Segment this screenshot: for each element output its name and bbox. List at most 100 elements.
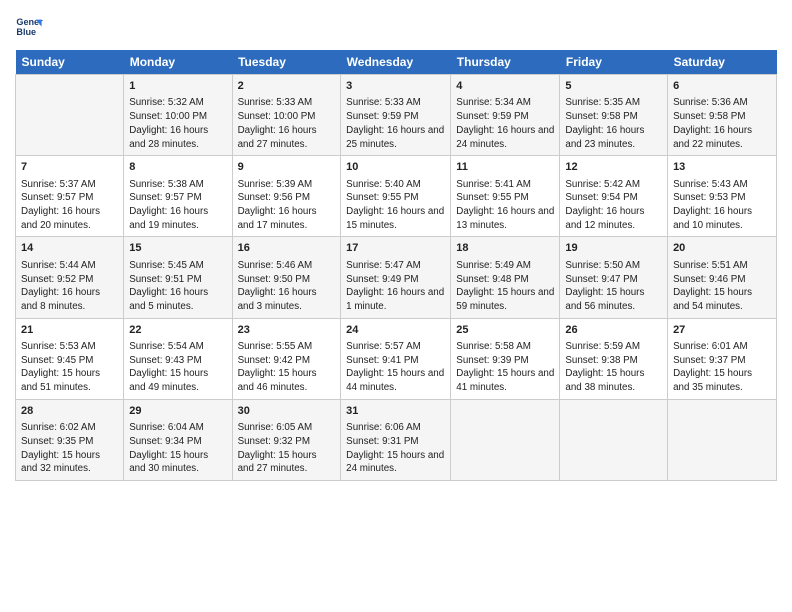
day-number: 1 xyxy=(129,79,226,94)
day-number: 27 xyxy=(673,323,771,338)
calendar-cell: 24 Sunrise: 5:57 AMSunset: 9:41 PMDayligh… xyxy=(341,318,451,399)
day-number: 8 xyxy=(129,160,226,175)
day-number: 24 xyxy=(346,323,445,338)
calendar-cell: 23 Sunrise: 5:55 AMSunset: 9:42 PMDayligh… xyxy=(232,318,341,399)
weekday-header-friday: Friday xyxy=(560,50,668,75)
calendar-cell: 12 Sunrise: 5:42 AMSunset: 9:54 PMDayligh… xyxy=(560,156,668,237)
day-number: 29 xyxy=(129,404,226,419)
calendar-cell xyxy=(16,75,124,156)
day-info: Sunrise: 5:37 AMSunset: 9:57 PMDaylight:… xyxy=(21,178,118,233)
day-info: Sunrise: 5:51 AMSunset: 9:46 PMDaylight:… xyxy=(673,259,771,314)
calendar-cell: 20 Sunrise: 5:51 AMSunset: 9:46 PMDayligh… xyxy=(668,237,777,318)
day-number: 26 xyxy=(565,323,662,338)
calendar-cell: 21 Sunrise: 5:53 AMSunset: 9:45 PMDayligh… xyxy=(16,318,124,399)
calendar-cell: 13 Sunrise: 5:43 AMSunset: 9:53 PMDayligh… xyxy=(668,156,777,237)
day-info: Sunrise: 5:33 AMSunset: 9:59 PMDaylight:… xyxy=(346,96,445,151)
day-number: 9 xyxy=(238,160,336,175)
week-row-4: 21 Sunrise: 5:53 AMSunset: 9:45 PMDayligh… xyxy=(16,318,777,399)
day-number: 14 xyxy=(21,241,118,256)
day-number: 3 xyxy=(346,79,445,94)
header: General Blue xyxy=(15,10,777,42)
calendar-cell: 8 Sunrise: 5:38 AMSunset: 9:57 PMDaylight… xyxy=(124,156,232,237)
calendar-cell: 2 Sunrise: 5:33 AMSunset: 10:00 PMDayligh… xyxy=(232,75,341,156)
day-number: 23 xyxy=(238,323,336,338)
calendar-cell: 18 Sunrise: 5:49 AMSunset: 9:48 PMDayligh… xyxy=(451,237,560,318)
day-number: 25 xyxy=(456,323,554,338)
day-info: Sunrise: 5:38 AMSunset: 9:57 PMDaylight:… xyxy=(129,178,226,233)
calendar-cell: 19Sunrise: 5:50 AMSunset: 9:47 PMDayligh… xyxy=(560,237,668,318)
weekday-header-row: SundayMondayTuesdayWednesdayThursdayFrid… xyxy=(16,50,777,75)
day-number: 31 xyxy=(346,404,445,419)
svg-text:Blue: Blue xyxy=(16,27,36,37)
day-info: Sunrise: 5:57 AMSunset: 9:41 PMDaylight:… xyxy=(346,340,445,395)
day-number: 10 xyxy=(346,160,445,175)
day-info: Sunrise: 6:05 AMSunset: 9:32 PMDaylight:… xyxy=(238,421,336,476)
page-container: General Blue SundayMondayTuesdayWednesda… xyxy=(0,0,792,491)
day-number: 12 xyxy=(565,160,662,175)
day-info: Sunrise: 5:35 AMSunset: 9:58 PMDaylight:… xyxy=(565,96,662,151)
day-number: 5 xyxy=(565,79,662,94)
calendar-cell: 5 Sunrise: 5:35 AMSunset: 9:58 PMDaylight… xyxy=(560,75,668,156)
day-info: Sunrise: 5:40 AMSunset: 9:55 PMDaylight:… xyxy=(346,178,445,233)
day-info: Sunrise: 5:53 AMSunset: 9:45 PMDaylight:… xyxy=(21,340,118,395)
weekday-header-thursday: Thursday xyxy=(451,50,560,75)
day-info: Sunrise: 6:06 AMSunset: 9:31 PMDaylight:… xyxy=(346,421,445,476)
week-row-2: 7 Sunrise: 5:37 AMSunset: 9:57 PMDaylight… xyxy=(16,156,777,237)
calendar-cell xyxy=(668,399,777,480)
day-info: Sunrise: 6:04 AMSunset: 9:34 PMDaylight:… xyxy=(129,421,226,476)
day-info: Sunrise: 5:49 AMSunset: 9:48 PMDaylight:… xyxy=(456,259,554,314)
day-info: Sunrise: 5:32 AMSunset: 10:00 PMDaylight… xyxy=(129,96,226,151)
calendar-cell: 15Sunrise: 5:45 AMSunset: 9:51 PMDayligh… xyxy=(124,237,232,318)
weekday-header-saturday: Saturday xyxy=(668,50,777,75)
calendar-cell: 17Sunrise: 5:47 AMSunset: 9:49 PMDayligh… xyxy=(341,237,451,318)
calendar-cell: 27 Sunrise: 6:01 AMSunset: 9:37 PMDayligh… xyxy=(668,318,777,399)
day-number: 30 xyxy=(238,404,336,419)
day-number: 7 xyxy=(21,160,118,175)
day-number: 2 xyxy=(238,79,336,94)
calendar-cell: 3 Sunrise: 5:33 AMSunset: 9:59 PMDaylight… xyxy=(341,75,451,156)
day-info: Sunrise: 5:54 AMSunset: 9:43 PMDaylight:… xyxy=(129,340,226,395)
day-number: 28 xyxy=(21,404,118,419)
calendar-cell: 14Sunrise: 5:44 AMSunset: 9:52 PMDayligh… xyxy=(16,237,124,318)
day-number: 4 xyxy=(456,79,554,94)
day-info: Sunrise: 5:50 AMSunset: 9:47 PMDaylight:… xyxy=(565,259,662,314)
day-info: Sunrise: 5:36 AMSunset: 9:58 PMDaylight:… xyxy=(673,96,771,151)
calendar-cell: 7 Sunrise: 5:37 AMSunset: 9:57 PMDaylight… xyxy=(16,156,124,237)
calendar-cell: 29 Sunrise: 6:04 AMSunset: 9:34 PMDayligh… xyxy=(124,399,232,480)
day-info: Sunrise: 5:34 AMSunset: 9:59 PMDaylight:… xyxy=(456,96,554,151)
calendar-cell: 26Sunrise: 5:59 AMSunset: 9:38 PMDayligh… xyxy=(560,318,668,399)
weekday-header-sunday: Sunday xyxy=(16,50,124,75)
day-number: 16 xyxy=(238,241,336,256)
day-info: Sunrise: 5:39 AMSunset: 9:56 PMDaylight:… xyxy=(238,178,336,233)
day-info: Sunrise: 6:01 AMSunset: 9:37 PMDaylight:… xyxy=(673,340,771,395)
calendar-cell: 30 Sunrise: 6:05 AMSunset: 9:32 PMDayligh… xyxy=(232,399,341,480)
calendar-cell: 16Sunrise: 5:46 AMSunset: 9:50 PMDayligh… xyxy=(232,237,341,318)
day-info: Sunrise: 5:55 AMSunset: 9:42 PMDaylight:… xyxy=(238,340,336,395)
day-info: Sunrise: 5:33 AMSunset: 10:00 PMDaylight… xyxy=(238,96,336,151)
day-number: 18 xyxy=(456,241,554,256)
weekday-header-monday: Monday xyxy=(124,50,232,75)
week-row-5: 28Sunrise: 6:02 AMSunset: 9:35 PMDayligh… xyxy=(16,399,777,480)
day-number: 11 xyxy=(456,160,554,175)
calendar-cell xyxy=(560,399,668,480)
logo: General Blue xyxy=(15,14,47,42)
day-number: 15 xyxy=(129,241,226,256)
day-number: 17 xyxy=(346,241,445,256)
day-info: Sunrise: 5:41 AMSunset: 9:55 PMDaylight:… xyxy=(456,178,554,233)
calendar-cell: 1 Sunrise: 5:32 AMSunset: 10:00 PMDayligh… xyxy=(124,75,232,156)
weekday-header-wednesday: Wednesday xyxy=(341,50,451,75)
calendar-cell xyxy=(451,399,560,480)
calendar-cell: 9 Sunrise: 5:39 AMSunset: 9:56 PMDaylight… xyxy=(232,156,341,237)
day-number: 21 xyxy=(21,323,118,338)
day-info: Sunrise: 5:58 AMSunset: 9:39 PMDaylight:… xyxy=(456,340,554,395)
day-info: Sunrise: 5:42 AMSunset: 9:54 PMDaylight:… xyxy=(565,178,662,233)
day-info: Sunrise: 5:43 AMSunset: 9:53 PMDaylight:… xyxy=(673,178,771,233)
logo-icon: General Blue xyxy=(15,14,43,42)
calendar-cell: 25 Sunrise: 5:58 AMSunset: 9:39 PMDayligh… xyxy=(451,318,560,399)
calendar-cell: 28Sunrise: 6:02 AMSunset: 9:35 PMDayligh… xyxy=(16,399,124,480)
day-number: 20 xyxy=(673,241,771,256)
calendar-cell: 11 Sunrise: 5:41 AMSunset: 9:55 PMDayligh… xyxy=(451,156,560,237)
day-number: 6 xyxy=(673,79,771,94)
day-number: 13 xyxy=(673,160,771,175)
week-row-1: 1 Sunrise: 5:32 AMSunset: 10:00 PMDayligh… xyxy=(16,75,777,156)
